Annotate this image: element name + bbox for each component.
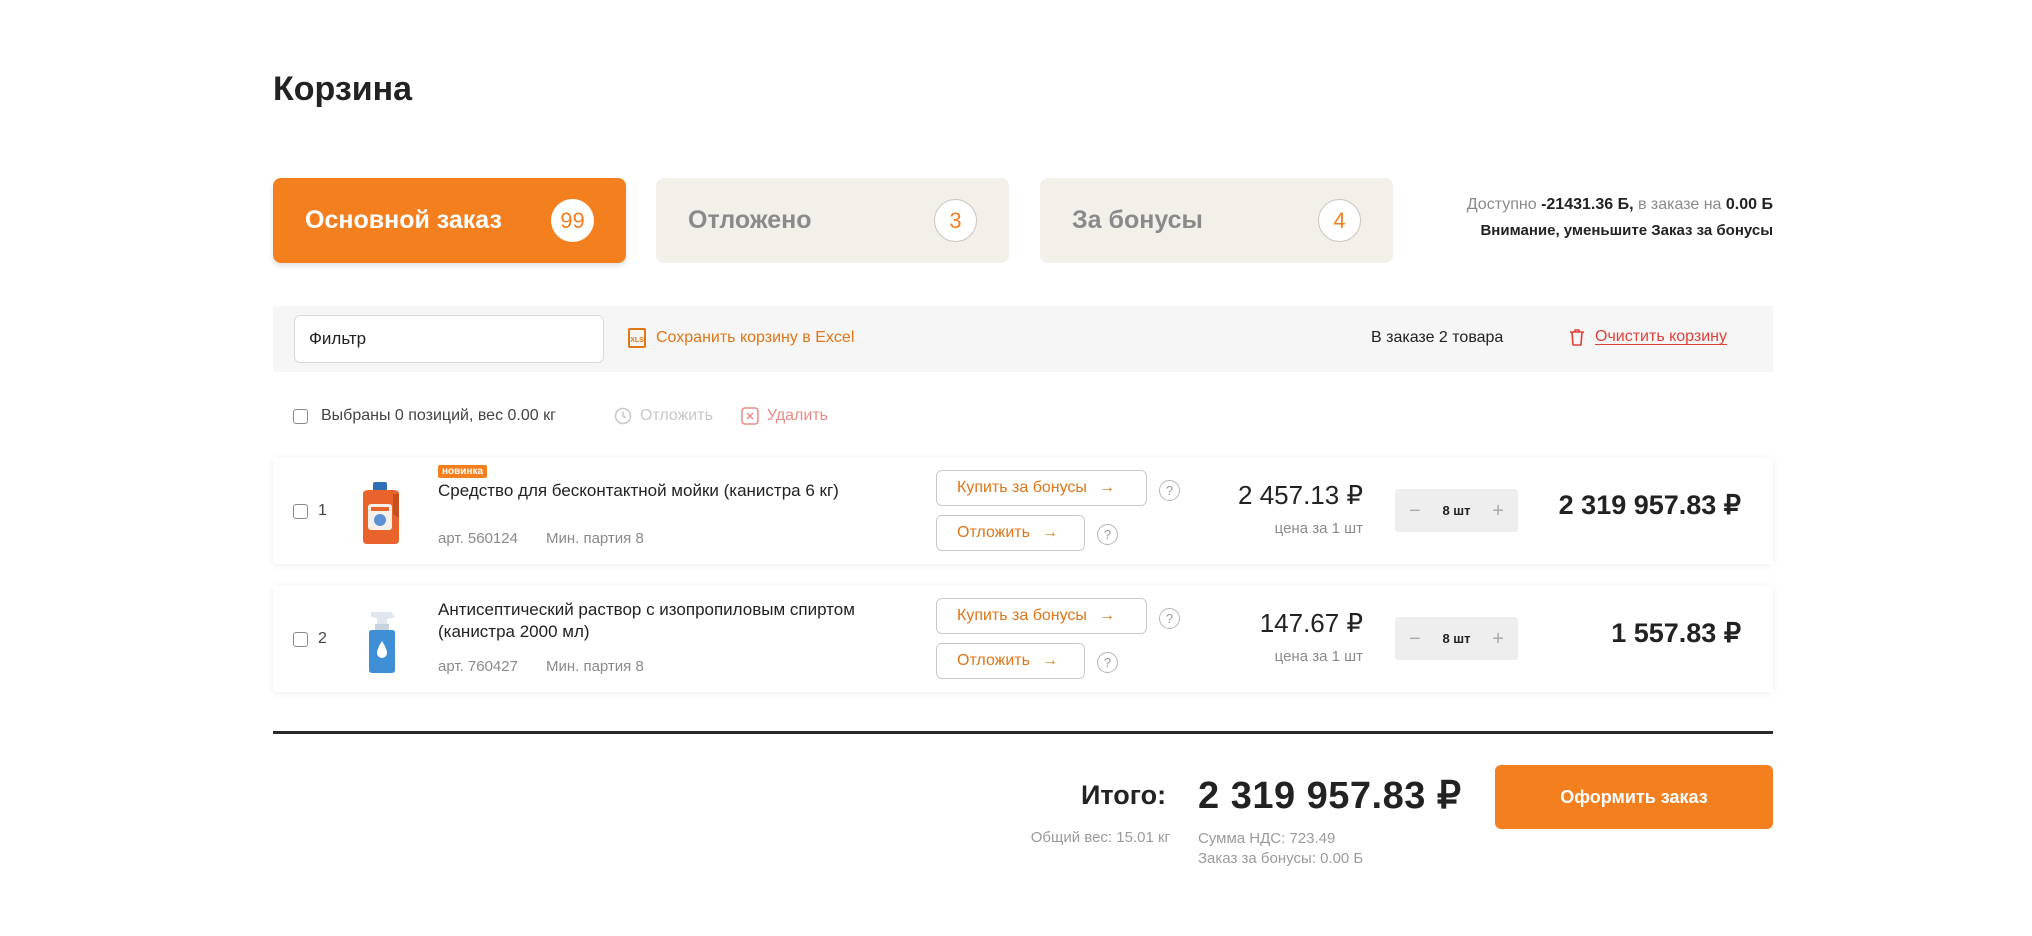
bonus-warning: Внимание, уменьшите Заказ за бонусы — [1480, 222, 1773, 239]
item-article: арт. 560124 — [438, 530, 518, 547]
item-price-note: цена за 1 шт — [1274, 648, 1363, 665]
delete-selected-label: Удалить — [766, 407, 828, 424]
postpone-item-button[interactable]: Отложить → — [936, 515, 1085, 551]
help-icon[interactable]: ? — [1159, 480, 1180, 501]
checkout-button[interactable]: Оформить заказ — [1495, 765, 1773, 829]
item-price-note: цена за 1 шт — [1274, 520, 1363, 537]
order-item-count: В заказе 2 товара — [1371, 329, 1504, 346]
save-excel-link[interactable]: XLS Сохранить корзину в Excel — [628, 328, 854, 348]
tab-count-badge: 4 — [1318, 199, 1361, 242]
postpone-item-button[interactable]: Отложить → — [936, 643, 1085, 679]
help-icon[interactable]: ? — [1097, 524, 1118, 545]
bonus-prefix: Доступно — [1466, 196, 1537, 213]
arrow-right-icon: → — [1041, 652, 1058, 669]
clock-icon — [614, 407, 632, 425]
increment-button[interactable]: + — [1492, 629, 1504, 649]
page-title: Корзина — [273, 70, 413, 108]
bonus-in-order: 0.00 Б — [1725, 196, 1773, 213]
bonus-available: -21431.36 Б, — [1541, 196, 1634, 213]
postpone-selected-button[interactable]: Отложить — [614, 407, 713, 425]
tab-label: За бонусы — [1072, 206, 1203, 234]
cart-toolbar: XLS Сохранить корзину в Excel В заказе 2… — [273, 306, 1773, 372]
spray-bottle-image — [369, 612, 395, 673]
item-total: 2 319 957.83 ₽ — [1558, 490, 1741, 520]
clear-cart-link[interactable]: Очистить корзину — [1569, 328, 1727, 346]
item-min-batch: Мин. партия 8 — [545, 658, 644, 675]
bonus-balance: Доступно -21431.36 Б, в заказе на 0.00 Б — [1467, 192, 1773, 218]
summary-divider — [273, 731, 1773, 734]
clear-cart-label: Очистить корзину — [1595, 328, 1727, 345]
bonus-info: Доступно -21431.36 Б, в заказе на 0.00 Б… — [1467, 192, 1773, 244]
trash-icon — [1570, 329, 1584, 346]
delete-x-icon — [741, 407, 759, 425]
item-index: 1 — [318, 502, 327, 519]
item-min-batch: Мин. партия 8 — [545, 530, 644, 547]
detergent-bottle-image — [363, 482, 399, 544]
save-excel-label: Сохранить корзину в Excel — [656, 329, 855, 346]
total-value: 2 319 957.83 ₽ — [1198, 775, 1462, 817]
help-icon[interactable]: ? — [1159, 608, 1180, 629]
postpone-selected-label: Отложить — [639, 407, 713, 424]
select-all-checkbox[interactable] — [293, 408, 308, 424]
postpone-item-label: Отложить — [957, 652, 1030, 669]
total-weight: Общий вес: 15.01 кг — [1030, 829, 1170, 846]
vat-amount: Сумма НДС: 723.49 — [1198, 830, 1336, 847]
buy-for-bonuses-label: Купить за бонусы — [957, 607, 1087, 624]
arrow-right-icon: → — [1098, 607, 1115, 624]
cart-item-row: 1 новинка Средство для бесконтактной мой… — [273, 458, 1773, 564]
buy-for-bonuses-button[interactable]: Купить за бонусы → — [936, 598, 1147, 634]
item-checkbox[interactable] — [293, 632, 308, 647]
tab-label: Отложено — [688, 206, 812, 234]
vat-info: Сумма НДС: 723.49 Заказ за бонусы: 0.00 … — [1198, 829, 1363, 869]
decrement-button[interactable]: − — [1409, 501, 1421, 521]
postpone-item-label: Отложить — [957, 524, 1030, 541]
arrow-right-icon: → — [1098, 479, 1115, 496]
item-checkbox[interactable] — [293, 504, 308, 519]
total-label: Итого: — [1081, 780, 1167, 810]
buy-for-bonuses-label: Купить за бонусы — [957, 479, 1087, 496]
delete-selected-button[interactable]: Удалить — [741, 407, 828, 425]
cart-page: Корзина Основной заказ 99 Отложено 3 За … — [273, 0, 1773, 936]
tab-count-badge: 99 — [551, 199, 594, 242]
tab-postponed[interactable]: Отложено 3 — [656, 178, 1009, 263]
tab-for-bonuses[interactable]: За бонусы 4 — [1040, 178, 1393, 263]
item-name[interactable]: Антисептический раствор с изопропиловым … — [438, 599, 918, 643]
tab-main-order[interactable]: Основной заказ 99 — [273, 178, 626, 263]
item-meta: арт. 760427 Мин. партия 8 — [438, 658, 644, 675]
excel-file-icon: XLS — [628, 328, 646, 348]
quantity-stepper: − 8 шт + — [1395, 617, 1518, 660]
selection-summary: Выбраны 0 позиций, вес 0.00 кг — [321, 407, 556, 424]
item-article: арт. 760427 — [438, 658, 518, 675]
buy-for-bonuses-button[interactable]: Купить за бонусы → — [936, 470, 1147, 506]
item-meta: арт. 560124 Мин. партия 8 — [438, 530, 644, 547]
filter-input[interactable] — [294, 315, 604, 363]
item-unit-price: 2 457.13 ₽ — [1238, 480, 1363, 510]
item-index: 2 — [318, 630, 327, 647]
bonus-order-amount: Заказ за бонусы: 0.00 Б — [1198, 850, 1364, 867]
selection-row: Выбраны 0 позиций, вес 0.00 кг Отложить … — [293, 404, 828, 428]
increment-button[interactable]: + — [1492, 501, 1504, 521]
item-name[interactable]: Средство для бесконтактной мойки (канист… — [438, 480, 918, 502]
item-unit-price: 147.67 ₽ — [1259, 608, 1363, 638]
quantity-value[interactable]: 8 шт — [1442, 631, 1470, 646]
cart-item-row: 2 Антисептический раствор с изопропиловы… — [273, 586, 1773, 692]
item-total: 1 557.83 ₽ — [1611, 618, 1741, 648]
tab-label: Основной заказ — [305, 206, 502, 234]
new-badge: новинка — [438, 465, 488, 478]
bonus-middle: в заказе на — [1637, 196, 1722, 213]
help-icon[interactable]: ? — [1097, 652, 1118, 673]
quantity-value[interactable]: 8 шт — [1442, 503, 1470, 518]
quantity-stepper: − 8 шт + — [1395, 489, 1518, 532]
decrement-button[interactable]: − — [1409, 629, 1421, 649]
arrow-right-icon: → — [1041, 524, 1058, 541]
tab-count-badge: 3 — [934, 199, 977, 242]
